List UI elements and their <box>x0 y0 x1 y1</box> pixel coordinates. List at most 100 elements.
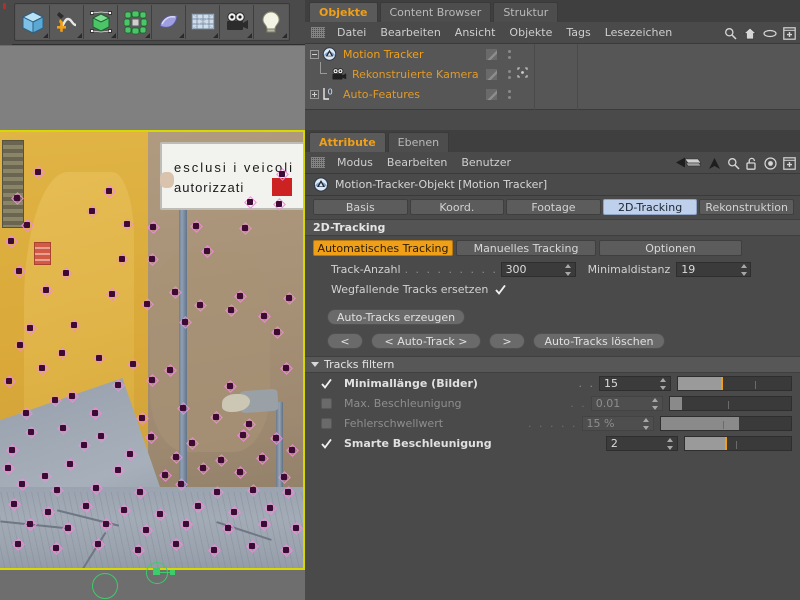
tracker-marker[interactable] <box>129 360 138 369</box>
menu-datei[interactable]: Datei <box>330 22 373 44</box>
tracker-marker[interactable] <box>213 488 222 497</box>
tracker-marker[interactable] <box>188 439 197 448</box>
tracker-marker[interactable] <box>66 460 75 469</box>
tracker-marker[interactable] <box>182 520 191 529</box>
tracker-marker[interactable] <box>260 520 269 529</box>
tracker-marker[interactable] <box>58 349 67 358</box>
tracker-marker[interactable] <box>282 546 291 555</box>
tracker-marker[interactable] <box>64 524 73 533</box>
tracker-marker[interactable] <box>143 300 152 309</box>
tracker-marker[interactable] <box>161 471 170 480</box>
tracker-marker[interactable] <box>59 424 68 433</box>
eye-icon[interactable] <box>763 29 777 38</box>
button-auto-tracks-erzeugen[interactable]: Auto-Tracks erzeugen <box>327 309 465 325</box>
menu-modus[interactable]: Modus <box>330 152 380 174</box>
tag-slot-icon[interactable] <box>485 88 498 101</box>
tracker-marker[interactable] <box>23 221 32 230</box>
section-header-tracks-filtern[interactable]: Tracks filtern <box>305 356 800 373</box>
tracker-marker[interactable] <box>105 187 114 196</box>
tracker-marker[interactable] <box>181 318 190 327</box>
tracker-marker[interactable] <box>275 200 284 209</box>
tracker-marker[interactable] <box>18 480 27 489</box>
camera-icon[interactable] <box>220 5 254 39</box>
tracker-marker[interactable] <box>123 220 132 229</box>
filter-spinner-1[interactable] <box>652 398 659 410</box>
tab-attribute[interactable]: Attribute <box>309 132 386 152</box>
expander-plus-icon[interactable] <box>310 90 319 99</box>
attr-tab-rekonstruktion[interactable]: Rekonstruktion <box>699 199 794 215</box>
subtab-automatisches-tracking[interactable]: Automatisches Tracking <box>313 240 453 256</box>
tag-slot-icon[interactable] <box>485 48 498 61</box>
tracker-marker[interactable] <box>82 502 91 511</box>
checkbox-filter-2[interactable] <box>321 418 332 429</box>
tab-ebenen[interactable]: Ebenen <box>388 132 449 152</box>
plus-box-icon[interactable] <box>783 157 796 170</box>
tree-row-rekonstruierte-kamera[interactable]: Rekonstruierte Kamera <box>305 64 800 84</box>
attr-tab-footage[interactable]: Footage <box>506 199 601 215</box>
checkbox-wegfallende-tracks[interactable] <box>495 284 506 295</box>
attr-tab-2d-tracking[interactable]: 2D-Tracking <box>603 199 698 215</box>
tracker-marker[interactable] <box>22 409 31 418</box>
tracker-marker[interactable] <box>245 420 254 429</box>
spinner-minimaldistanz[interactable] <box>740 264 747 276</box>
visibility-dots-icon[interactable] <box>507 70 511 79</box>
tracker-marker[interactable] <box>62 269 71 278</box>
filter-input-0[interactable]: 15 <box>599 376 671 391</box>
tracker-marker[interactable] <box>92 484 101 493</box>
visibility-dots-icon[interactable] <box>507 50 511 59</box>
tracker-marker[interactable] <box>230 508 239 517</box>
filter-spinner-3[interactable] <box>667 438 674 450</box>
tracker-marker[interactable] <box>278 170 287 179</box>
button-auto-tracks-loeschen[interactable]: Auto-Tracks löschen <box>533 333 665 349</box>
filter-spinner-2[interactable] <box>643 418 650 430</box>
tracker-marker[interactable] <box>52 544 61 553</box>
button-next-track[interactable]: > <box>489 333 525 349</box>
tracker-marker[interactable] <box>134 546 143 555</box>
tracker-marker[interactable] <box>142 526 151 535</box>
tracker-marker[interactable] <box>27 428 36 437</box>
menu-benutzer[interactable]: Benutzer <box>454 152 518 174</box>
subtab-manuelles-tracking[interactable]: Manuelles Tracking <box>456 240 596 256</box>
tracker-marker[interactable] <box>177 480 186 489</box>
tracker-marker[interactable] <box>8 446 17 455</box>
tracker-marker[interactable] <box>94 540 103 549</box>
target-icon[interactable] <box>764 157 777 170</box>
tracker-marker[interactable] <box>88 207 97 216</box>
spline-pen-icon[interactable] <box>50 5 84 39</box>
tracker-marker[interactable] <box>91 409 100 418</box>
tab-objekte[interactable]: Objekte <box>309 2 378 22</box>
tracker-marker[interactable] <box>120 506 129 515</box>
subtab-optionen[interactable]: Optionen <box>599 240 742 256</box>
tracker-marker[interactable] <box>273 328 282 337</box>
tracker-marker[interactable] <box>246 198 255 207</box>
tracker-marker[interactable] <box>292 524 301 533</box>
spinner-track-anzahl[interactable] <box>565 264 572 276</box>
tracker-marker[interactable] <box>148 255 157 264</box>
tag-slot-icon[interactable] <box>485 68 498 81</box>
input-track-anzahl[interactable]: 300 <box>501 262 576 277</box>
tracker-marker[interactable] <box>51 396 60 405</box>
tracker-marker[interactable] <box>136 488 145 497</box>
tracker-marker[interactable] <box>258 454 267 463</box>
tracker-marker[interactable] <box>239 431 248 440</box>
tracker-marker[interactable] <box>44 508 53 517</box>
tracker-marker[interactable] <box>192 222 201 231</box>
back-arrow-icon[interactable] <box>676 157 702 170</box>
tracker-marker[interactable] <box>102 520 111 529</box>
button-prev-track[interactable]: < <box>327 333 363 349</box>
tracker-marker[interactable] <box>26 520 35 529</box>
tracker-marker[interactable] <box>196 301 205 310</box>
tracker-marker[interactable] <box>288 446 297 455</box>
tracker-marker[interactable] <box>260 312 269 321</box>
tracker-marker[interactable] <box>126 450 135 459</box>
tracker-marker[interactable] <box>236 292 245 301</box>
tracker-marker[interactable] <box>95 354 104 363</box>
home-icon[interactable] <box>743 27 757 40</box>
tracker-marker[interactable] <box>7 237 16 246</box>
panel-grip-icon[interactable] <box>311 27 325 38</box>
search-icon[interactable] <box>724 27 737 40</box>
tracker-marker[interactable] <box>148 376 157 385</box>
tree-row-auto-features[interactable]: 0 Auto-Features <box>305 84 800 104</box>
tracker-marker[interactable] <box>80 441 89 450</box>
filter-input-1[interactable]: 0.01 <box>591 396 663 411</box>
